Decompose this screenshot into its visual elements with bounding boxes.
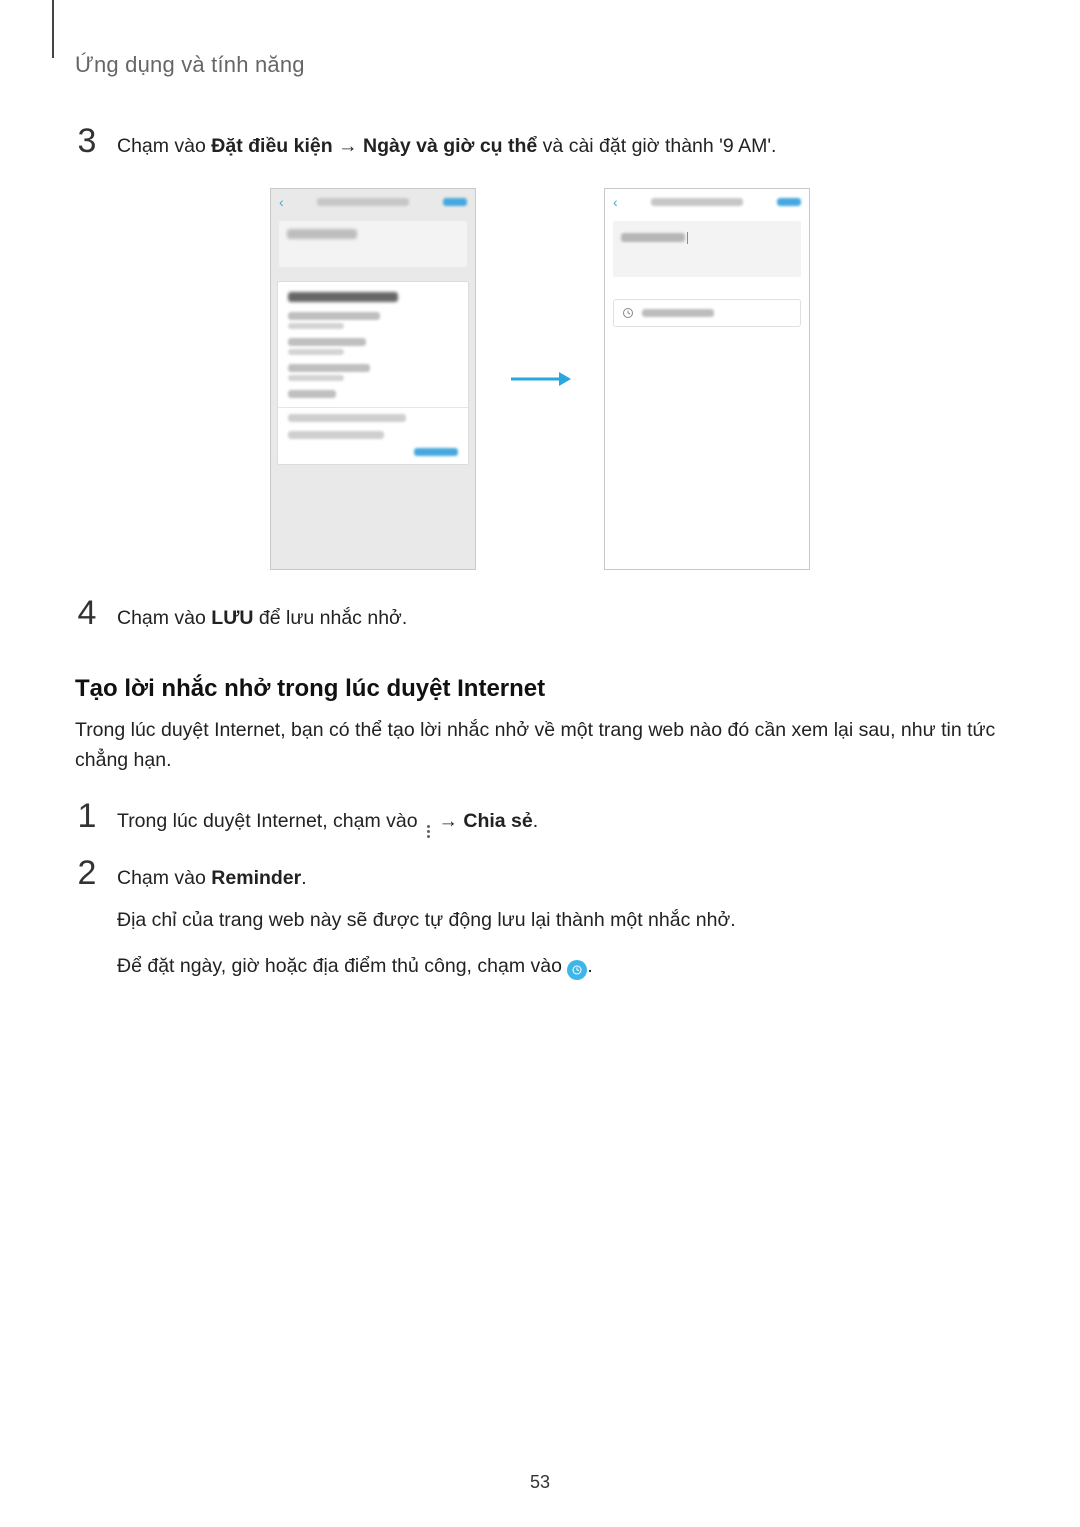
phone-body <box>605 221 809 327</box>
text: và cài đặt giờ thành '9 AM'. <box>537 135 776 157</box>
text: . <box>533 810 538 832</box>
figure-row: ‹ <box>75 188 1005 570</box>
phone-header: ‹ <box>605 189 809 215</box>
phone-input-area <box>279 221 467 267</box>
chevron-left-icon: ‹ <box>279 195 284 209</box>
blurred-row <box>288 312 458 329</box>
conditions-panel <box>277 281 469 465</box>
page-number: 53 <box>0 1472 1080 1493</box>
blurred-title <box>651 198 743 206</box>
text: . <box>301 867 306 889</box>
text: Chạm vào <box>117 135 211 157</box>
step-text: Chạm vào LƯU để lưu nhắc nhở. <box>117 604 407 632</box>
text: để lưu nhắc nhở. <box>253 607 407 629</box>
blurred-input-text <box>287 229 357 239</box>
text: → <box>433 810 463 832</box>
manual-page: Ứng dụng và tính năng 3 Chạm vào Đặt điề… <box>0 0 1080 1527</box>
paragraph: Để đặt ngày, giờ hoặc địa điểm thủ công,… <box>117 948 1005 984</box>
blurred-cancel <box>414 448 458 456</box>
blurred-save <box>443 198 467 206</box>
text: Chạm vào <box>117 607 211 629</box>
s2-step-1: 1 Trong lúc duyệt Internet, chạm vào → C… <box>75 799 1005 838</box>
paragraph: Trong lúc duyệt Internet, bạn có thể tạo… <box>75 715 1005 775</box>
divider <box>278 407 468 408</box>
blurred-panel-title <box>288 292 398 302</box>
blurred-save <box>777 198 801 206</box>
step-number: 3 <box>75 124 99 158</box>
phone-header: ‹ <box>271 189 475 215</box>
datetime-chip <box>613 299 801 327</box>
phone-mock-left: ‹ <box>270 188 476 570</box>
blurred-chip-text <box>642 309 714 317</box>
text: → <box>333 135 363 157</box>
step-number: 4 <box>75 596 99 630</box>
step-subtext: Địa chỉ của trang web này sẽ được tự độn… <box>117 902 1005 984</box>
blurred-row <box>288 390 458 398</box>
blurred-title <box>317 198 409 206</box>
step-3: 3 Chạm vào Đặt điều kiện → Ngày và giờ c… <box>75 124 1005 160</box>
phone-mock-right: ‹ <box>604 188 810 570</box>
text: . <box>587 955 592 977</box>
clock-icon <box>622 307 634 319</box>
step-text: Trong lúc duyệt Internet, chạm vào → Chi… <box>117 807 538 838</box>
bold-text: Ngày và giờ cụ thể <box>363 135 537 157</box>
s2-step-2: 2 Chạm vào Reminder. <box>75 856 1005 892</box>
subsection-heading: Tạo lời nhắc nhở trong lúc duyệt Interne… <box>75 675 1005 703</box>
bold-text: Chia sẻ <box>463 810 532 832</box>
section-header: Ứng dụng và tính năng <box>75 52 1005 78</box>
blurred-row <box>288 431 458 439</box>
header-rule <box>52 0 54 58</box>
text-cursor <box>687 232 688 244</box>
bold-text: LƯU <box>211 607 253 629</box>
more-vert-icon <box>423 825 433 838</box>
blurred-row <box>288 338 458 355</box>
step-text: Chạm vào Reminder. <box>117 864 307 892</box>
phone-input-area <box>613 221 801 277</box>
blurred-input-text <box>621 233 685 242</box>
step-text: Chạm vào Đặt điều kiện → Ngày và giờ cụ … <box>117 132 776 160</box>
step-number: 1 <box>75 799 99 833</box>
step-4: 4 Chạm vào LƯU để lưu nhắc nhở. <box>75 596 1005 632</box>
text: Chạm vào <box>117 867 211 889</box>
paragraph: Địa chỉ của trang web này sẽ được tự độn… <box>117 902 1005 938</box>
arrow-right-icon <box>504 368 576 390</box>
blurred-row <box>288 364 458 381</box>
bold-text: Reminder <box>211 867 301 889</box>
blurred-row <box>288 414 458 422</box>
text: Trong lúc duyệt Internet, chạm vào <box>117 810 423 832</box>
step-number: 2 <box>75 856 99 890</box>
text: Để đặt ngày, giờ hoặc địa điểm thủ công,… <box>117 955 567 977</box>
chevron-left-icon: ‹ <box>613 195 618 209</box>
clock-badge-icon <box>567 960 587 980</box>
bold-text: Đặt điều kiện <box>211 135 332 157</box>
